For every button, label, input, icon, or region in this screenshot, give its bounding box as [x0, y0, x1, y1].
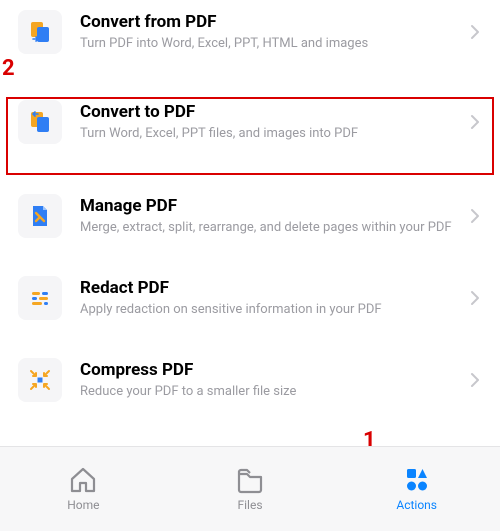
tab-label: Home — [67, 498, 99, 512]
redact-pdf-icon — [18, 276, 62, 320]
home-icon — [68, 466, 98, 494]
row-text: Redact PDF Apply redaction on sensitive … — [80, 278, 452, 319]
row-title: Convert from PDF — [80, 12, 452, 33]
row-compress-pdf[interactable]: Compress PDF Reduce your PDF to a smalle… — [0, 344, 500, 416]
actions-icon — [402, 466, 432, 494]
row-title: Compress PDF — [80, 360, 452, 381]
row-convert-to-pdf[interactable]: Convert to PDF Turn Word, Excel, PPT fil… — [0, 86, 500, 158]
chevron-right-icon — [470, 114, 480, 130]
row-text: Manage PDF Merge, extract, split, rearra… — [80, 196, 452, 237]
row-redact-pdf[interactable]: Redact PDF Apply redaction on sensitive … — [0, 262, 500, 334]
row-manage-pdf[interactable]: Manage PDF Merge, extract, split, rearra… — [0, 180, 500, 252]
convert-from-pdf-icon — [18, 10, 62, 54]
compress-pdf-icon — [18, 358, 62, 402]
tab-files[interactable]: Files — [167, 447, 334, 531]
tab-label: Actions — [396, 498, 437, 512]
manage-pdf-icon — [18, 194, 62, 238]
row-convert-from-pdf[interactable]: Convert from PDF Turn PDF into Word, Exc… — [0, 0, 500, 64]
row-subtitle: Turn PDF into Word, Excel, PPT, HTML and… — [80, 35, 452, 53]
chevron-right-icon — [470, 372, 480, 388]
row-title: Redact PDF — [80, 278, 452, 299]
row-text: Compress PDF Reduce your PDF to a smalle… — [80, 360, 452, 401]
row-subtitle: Reduce your PDF to a smaller file size — [80, 383, 452, 401]
tab-label: Files — [237, 498, 262, 512]
files-icon — [235, 466, 265, 494]
convert-to-pdf-icon — [18, 100, 62, 144]
tab-bar: Home Files Actions — [0, 446, 500, 531]
row-title: Manage PDF — [80, 196, 452, 217]
tab-actions[interactable]: Actions — [333, 447, 500, 531]
row-subtitle: Merge, extract, split, rearrange, and de… — [80, 219, 452, 237]
row-title: Convert to PDF — [80, 102, 452, 123]
chevron-right-icon — [470, 208, 480, 224]
chevron-right-icon — [470, 290, 480, 306]
tab-home[interactable]: Home — [0, 447, 167, 531]
row-subtitle: Apply redaction on sensitive information… — [80, 301, 452, 319]
row-text: Convert from PDF Turn PDF into Word, Exc… — [80, 12, 452, 53]
actions-list: Convert from PDF Turn PDF into Word, Exc… — [0, 0, 500, 416]
chevron-right-icon — [470, 24, 480, 40]
row-subtitle: Turn Word, Excel, PPT files, and images … — [80, 125, 452, 143]
row-text: Convert to PDF Turn Word, Excel, PPT fil… — [80, 102, 452, 143]
